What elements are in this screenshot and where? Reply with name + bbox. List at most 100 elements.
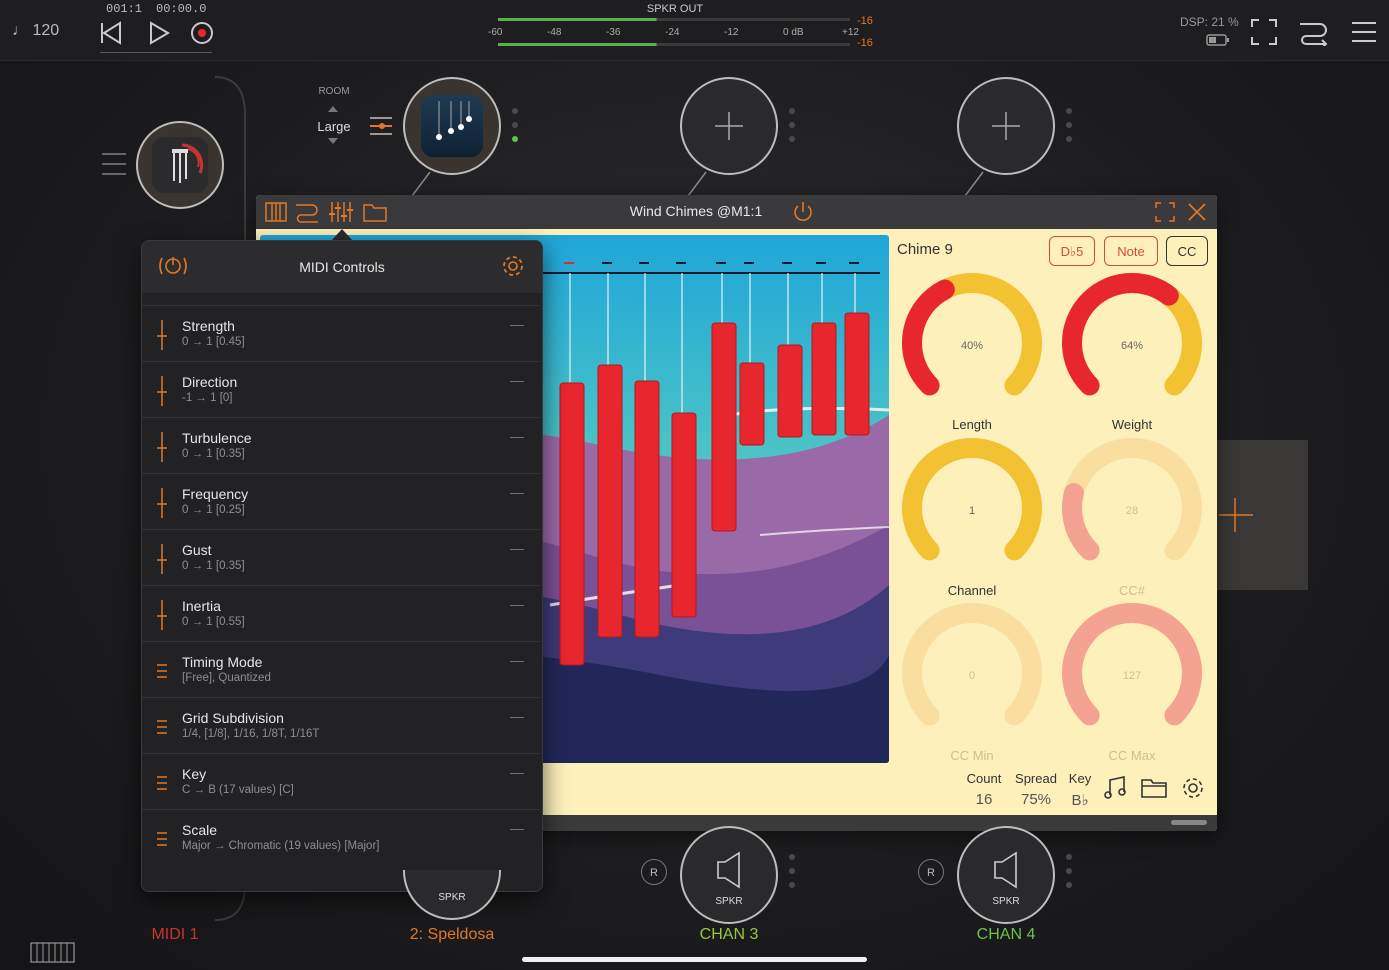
midi-control-name: Scale [182, 822, 218, 838]
midi-mapping-dash[interactable]: — [510, 764, 524, 780]
play-icon[interactable] [146, 20, 172, 46]
folder-icon[interactable] [362, 200, 388, 224]
chime-bar[interactable] [559, 382, 585, 666]
count-label: Count [966, 771, 1002, 786]
chan3-output-node[interactable]: SPKR [680, 826, 778, 924]
slider-icon [156, 488, 168, 523]
midi-control-row[interactable]: Scale Major → Chromatic (19 values) [Majo… [142, 809, 540, 866]
resize-handle[interactable] [1171, 820, 1207, 825]
chime-bar[interactable] [671, 412, 697, 618]
chime-bar[interactable] [739, 362, 765, 446]
midi-control-row[interactable]: Gust 0 → 1 [0.35] — [142, 529, 540, 586]
midi-controls-panel: MIDI Controls Strength 0 → 1 [0.45] — Direc… [141, 240, 543, 892]
count-value[interactable]: 16 [954, 791, 1014, 808]
midi-control-name: Key [182, 766, 207, 782]
meter-bar-top [498, 18, 850, 21]
midi-control-name: Grid Subdivision [182, 710, 284, 726]
speldosa-output-node[interactable]: SPKR [403, 870, 501, 920]
midi-mapping-dash[interactable]: — [510, 540, 524, 556]
list-icon [156, 712, 168, 747]
note-button[interactable]: Note [1104, 236, 1158, 266]
midi-mapping-dash[interactable]: — [510, 372, 524, 388]
midi-mapping-dash[interactable]: — [510, 428, 524, 444]
home-indicator[interactable] [522, 957, 867, 962]
fullscreen-icon[interactable] [1250, 18, 1278, 46]
close-icon[interactable] [1186, 201, 1208, 223]
chan4-output-node[interactable]: SPKR [957, 826, 1055, 924]
record-arm-button[interactable]: R [641, 859, 667, 885]
knob-ccmin-track[interactable] [902, 603, 1042, 726]
spkr-label: SPKR [438, 892, 466, 903]
mixer-icon[interactable] [368, 114, 394, 138]
routing-icon[interactable] [1298, 18, 1330, 46]
hamburger-icon[interactable] [100, 150, 128, 178]
spkr-label: SPKR [992, 896, 1020, 907]
midi-mapping-dash[interactable]: — [510, 652, 524, 668]
add-channel-panel[interactable] [1217, 440, 1308, 590]
midi-control-row[interactable]: Direction -1 → 1 [0] — [142, 361, 540, 418]
node-port-dot [1066, 882, 1072, 888]
record-arm-button[interactable]: R [918, 859, 944, 885]
tempo-display[interactable]: ♩ 120 [12, 22, 59, 40]
menu-icon[interactable] [1350, 18, 1378, 46]
midi-controls-icon[interactable] [328, 200, 354, 224]
knob-label-channel: Channel [947, 583, 997, 598]
channel-label-midi1[interactable]: MIDI 1 [130, 926, 220, 944]
knob-cc-track[interactable] [1062, 438, 1202, 561]
midi-source-node[interactable] [136, 121, 224, 209]
channel-label-chan4[interactable]: CHAN 4 [957, 926, 1055, 944]
midi-mapping-dash[interactable]: — [510, 820, 524, 836]
rewind-icon[interactable] [98, 20, 124, 46]
spread-value[interactable]: 75% [1006, 791, 1066, 808]
routing-icon[interactable] [294, 200, 320, 224]
record-icon[interactable] [189, 20, 215, 46]
room-value[interactable]: Large [310, 119, 358, 134]
music-note-icon[interactable] [1102, 775, 1128, 801]
midi-mapping-dash[interactable]: — [510, 484, 524, 500]
room-up-icon[interactable] [328, 106, 338, 112]
midi-mapping-dash[interactable]: — [510, 596, 524, 612]
keyboard-icon[interactable] [264, 200, 288, 224]
expand-icon[interactable] [1154, 201, 1176, 223]
chime-bar[interactable] [844, 312, 870, 436]
wind-chimes-node[interactable] [403, 77, 501, 175]
cc-button[interactable]: CC [1166, 236, 1208, 266]
knob-channel-track[interactable] [902, 438, 1042, 561]
midi-mapping-dash[interactable]: — [510, 708, 524, 724]
midi-mapping-dash[interactable]: — [510, 316, 524, 332]
power-icon[interactable] [791, 200, 815, 224]
folder-icon[interactable] [1140, 775, 1168, 801]
note-name-button[interactable]: D♭5 [1049, 236, 1095, 266]
chime-bar[interactable] [811, 322, 837, 436]
knob-label-weight: Weight [1111, 417, 1153, 432]
channel-label-chan3[interactable]: CHAN 3 [680, 926, 778, 944]
add-effect-node[interactable] [957, 77, 1055, 175]
add-effect-node[interactable] [680, 77, 778, 175]
piano-keyboard-icon[interactable] [30, 942, 76, 964]
midi-control-range: Major → Chromatic (19 values) [Major] [182, 840, 380, 852]
key-value[interactable]: B♭ [1060, 791, 1100, 809]
meter-scale-tick: -48 [547, 27, 562, 38]
top-bar: ♩ 120 001:1 00:00.0 SPKR OUT -60 -48 -36 -2… [0, 0, 1389, 61]
midi-control-row[interactable]: Key C → B (17 values) [C] — [142, 753, 540, 810]
slider-icon [156, 432, 168, 467]
gear-icon[interactable] [500, 253, 526, 279]
chime-bar[interactable] [777, 344, 803, 438]
meter-bar-bottom [498, 43, 850, 46]
channel-label-speldosa[interactable]: 2: Speldosa [392, 926, 512, 944]
gear-icon[interactable] [1180, 775, 1206, 801]
node-port-dot [1066, 122, 1072, 128]
room-down-icon[interactable] [328, 138, 338, 144]
midi-control-row[interactable]: Grid Subdivision 1/4, [1/8], 1/16, 1/8T, … [142, 697, 540, 754]
chime-bar[interactable] [711, 322, 737, 532]
midi-control-row[interactable]: Inertia 0 → 1 [0.55] — [142, 585, 540, 642]
chime-bar[interactable] [634, 380, 660, 638]
midi-control-range: 0 → 1 [0.45] [182, 336, 245, 348]
midi-control-row[interactable]: Timing Mode [Free], Quantized — [142, 641, 540, 698]
chime-bar[interactable] [597, 364, 623, 638]
midi-broadcast-icon[interactable] [156, 253, 190, 279]
midi-control-row[interactable]: Turbulence 0 → 1 [0.35] — [142, 417, 540, 474]
speaker-icon [717, 851, 740, 889]
midi-control-row[interactable]: Strength 0 → 1 [0.45] — [142, 305, 540, 362]
midi-control-row[interactable]: Frequency 0 → 1 [0.25] — [142, 473, 540, 530]
